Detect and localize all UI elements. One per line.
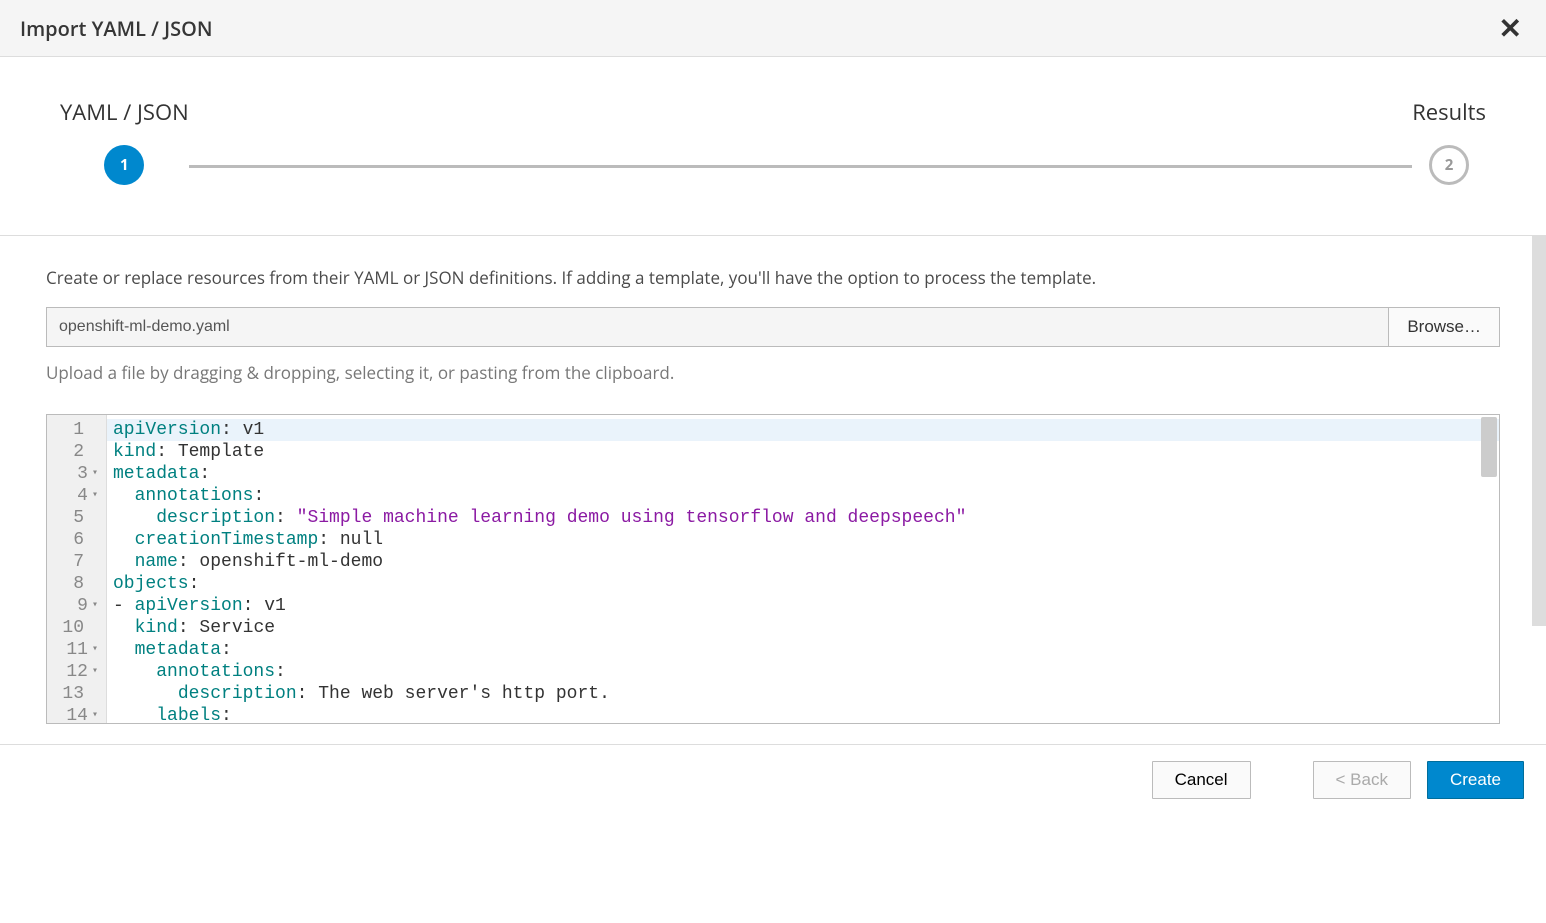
- code-line[interactable]: kind: Service: [107, 617, 1499, 639]
- editor-scrollbar[interactable]: [1481, 417, 1497, 477]
- fold-icon[interactable]: ▾: [92, 661, 98, 683]
- gutter-line: 9▾: [47, 595, 106, 617]
- code-line[interactable]: apiVersion: v1: [107, 419, 1499, 441]
- fold-icon[interactable]: ▾: [92, 463, 98, 485]
- gutter-line: 13: [47, 683, 106, 705]
- gutter-line: 10: [47, 617, 106, 639]
- step-connector: [189, 165, 1413, 168]
- code-line[interactable]: description: "Simple machine learning de…: [107, 507, 1499, 529]
- step-circle-active: 1: [104, 145, 144, 185]
- gutter-line: 6: [47, 529, 106, 551]
- code-line[interactable]: - apiVersion: v1: [107, 595, 1499, 617]
- step-circle-inactive: 2: [1429, 145, 1469, 185]
- gutter-line: 12▾: [47, 661, 106, 683]
- cancel-button[interactable]: Cancel: [1152, 761, 1251, 799]
- code-line[interactable]: metadata:: [107, 639, 1499, 661]
- content: Create or replace resources from their Y…: [0, 236, 1546, 744]
- code-line[interactable]: description: The web server's http port.: [107, 683, 1499, 705]
- code-line[interactable]: metadata:: [107, 463, 1499, 485]
- code-line[interactable]: objects:: [107, 573, 1499, 595]
- scrollbar-vertical[interactable]: [1532, 236, 1546, 626]
- gutter-line: 4▾: [47, 485, 106, 507]
- step-yaml-json[interactable]: YAML / JSON 1: [60, 97, 189, 185]
- browse-button[interactable]: Browse…: [1388, 307, 1500, 347]
- gutter-line: 1: [47, 419, 106, 441]
- editor-code[interactable]: apiVersion: v1kind: Templatemetadata: an…: [107, 415, 1499, 723]
- fold-icon[interactable]: ▾: [92, 485, 98, 507]
- gutter-line: 14▾: [47, 705, 106, 724]
- code-line[interactable]: creationTimestamp: null: [107, 529, 1499, 551]
- create-button[interactable]: Create: [1427, 761, 1524, 799]
- back-button[interactable]: < Back: [1313, 761, 1411, 799]
- modal-header: Import YAML / JSON ✕: [0, 0, 1546, 57]
- code-editor[interactable]: 123▾4▾56789▾1011▾12▾1314▾ apiVersion: v1…: [46, 414, 1500, 724]
- code-line[interactable]: kind: Template: [107, 441, 1499, 463]
- code-line[interactable]: annotations:: [107, 485, 1499, 507]
- file-input-row: Browse…: [46, 307, 1500, 347]
- fold-icon[interactable]: ▾: [92, 705, 98, 724]
- step-results[interactable]: Results 2: [1412, 97, 1486, 185]
- code-line[interactable]: name: openshift-ml-demo: [107, 551, 1499, 573]
- editor-gutter: 123▾4▾56789▾1011▾12▾1314▾: [47, 415, 107, 723]
- code-line[interactable]: annotations:: [107, 661, 1499, 683]
- upload-hint: Upload a file by dragging & dropping, se…: [46, 361, 1500, 384]
- modal-title: Import YAML / JSON: [20, 15, 213, 42]
- step-label: Results: [1412, 97, 1486, 127]
- description-text: Create or replace resources from their Y…: [46, 266, 1500, 289]
- wizard-stepper: YAML / JSON 1 Results 2: [0, 57, 1546, 235]
- code-line[interactable]: labels:: [107, 705, 1499, 723]
- gutter-line: 8: [47, 573, 106, 595]
- gutter-line: 5: [47, 507, 106, 529]
- content-wrapper: Create or replace resources from their Y…: [0, 235, 1546, 744]
- modal-footer: Cancel < Back Create: [0, 744, 1546, 815]
- step-label: YAML / JSON: [60, 97, 189, 127]
- gutter-line: 3▾: [47, 463, 106, 485]
- fold-icon[interactable]: ▾: [92, 639, 98, 661]
- file-name-input[interactable]: [46, 307, 1388, 347]
- gutter-line: 2: [47, 441, 106, 463]
- gutter-line: 11▾: [47, 639, 106, 661]
- gutter-line: 7: [47, 551, 106, 573]
- close-icon[interactable]: ✕: [1495, 14, 1526, 42]
- fold-icon[interactable]: ▾: [92, 595, 98, 617]
